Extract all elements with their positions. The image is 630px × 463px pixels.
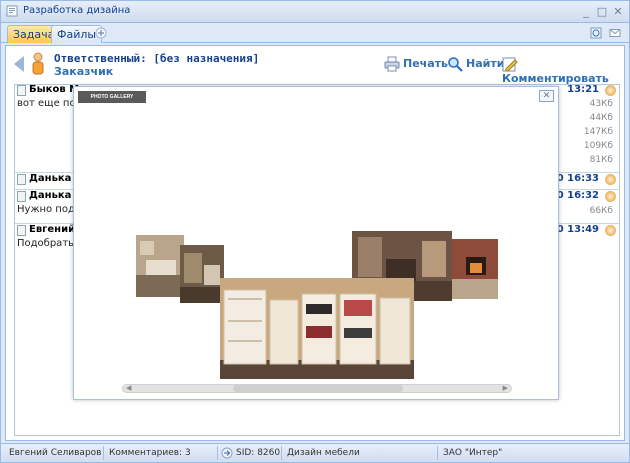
minimize-button[interactable]: _ [579, 5, 593, 18]
gallery-thumbnail[interactable] [136, 235, 184, 297]
file-size: 44Кб [589, 113, 613, 123]
window-title: Разработка дизайна [23, 5, 131, 16]
file-size: 109Кб [583, 141, 613, 151]
print-button[interactable]: Печать [384, 56, 448, 72]
mail-icon[interactable] [609, 27, 621, 39]
status-separator [437, 446, 438, 460]
document-icon [17, 85, 26, 96]
message-author: Быков М [29, 84, 80, 95]
status-comments: Комментариев: 3 [109, 448, 191, 458]
add-tab-icon[interactable] [95, 27, 107, 39]
tab-strip: Задача Файлы [1, 23, 629, 43]
user-icon [32, 52, 44, 75]
maximize-button[interactable]: □ [595, 5, 609, 18]
status-flag-icon[interactable] [605, 225, 616, 236]
find-button[interactable]: Найти [447, 56, 504, 72]
printer-icon [384, 56, 400, 72]
app-window: Разработка дизайна _ □ ✕ Задача Файлы От… [0, 0, 630, 463]
gallery-thumbnail[interactable] [180, 245, 224, 303]
file-size: 81Кб [589, 155, 613, 165]
message-text: Нужно подо [17, 204, 81, 215]
pencil-note-icon [502, 57, 518, 72]
gallery-scrollbar[interactable]: ◀ ▶ [122, 384, 512, 393]
status-flag-icon[interactable] [605, 191, 616, 202]
responsible-label[interactable]: Ответственный: [без назначения] [54, 52, 259, 65]
title-bar: Разработка дизайна _ □ ✕ [1, 1, 629, 23]
customer-label[interactable]: Заказчик [54, 65, 113, 78]
document-icon [17, 191, 26, 202]
message-author: Данька [29, 190, 72, 201]
comment-button[interactable]: Комментировать [502, 56, 624, 85]
scroll-right-icon[interactable]: ▶ [503, 384, 508, 392]
message-text: вот еще по [17, 98, 76, 109]
status-flag-icon[interactable] [605, 174, 616, 185]
task-header: Ответственный: [без назначения] Заказчик… [6, 46, 624, 85]
document-icon [17, 174, 26, 185]
status-separator [281, 446, 282, 460]
status-separator [217, 446, 218, 460]
status-separator [103, 446, 104, 460]
file-size: 66Кб [589, 206, 613, 216]
message-date: 13:21 [567, 84, 599, 95]
message-author: Данька [29, 173, 72, 184]
close-button[interactable]: ✕ [611, 5, 625, 18]
scroll-left-icon[interactable]: ◀ [126, 384, 131, 392]
back-arrow-icon[interactable] [14, 56, 24, 72]
gallery-thumbnail[interactable] [452, 239, 498, 299]
status-company: ЗАО "Интер" [443, 448, 503, 458]
photo-gallery-dialog: PHOTO GALLERY ✕ ◀ ▶ [73, 86, 559, 400]
gallery-featured-image[interactable] [220, 278, 414, 379]
refresh-icon[interactable] [590, 27, 602, 39]
status-flag-icon[interactable] [605, 85, 616, 96]
arrow-right-icon [221, 447, 233, 459]
magnifier-icon [448, 57, 463, 72]
scroll-thumb[interactable] [233, 385, 403, 392]
file-size: 43Кб [589, 99, 613, 109]
status-sid: SID: 8260 [236, 448, 281, 458]
document-icon [17, 225, 26, 236]
app-icon [6, 5, 18, 17]
file-size: 147Кб [583, 127, 613, 137]
status-user: Евгений Селиваров [9, 448, 102, 458]
gallery-close-button[interactable]: ✕ [539, 90, 554, 102]
status-bar: Евгений Селиваров Комментариев: 3 SID: 8… [1, 443, 629, 462]
gallery-badge: PHOTO GALLERY [78, 91, 146, 103]
status-project: Дизайн мебели [287, 448, 360, 458]
message-text: Подобрать , [17, 238, 81, 249]
